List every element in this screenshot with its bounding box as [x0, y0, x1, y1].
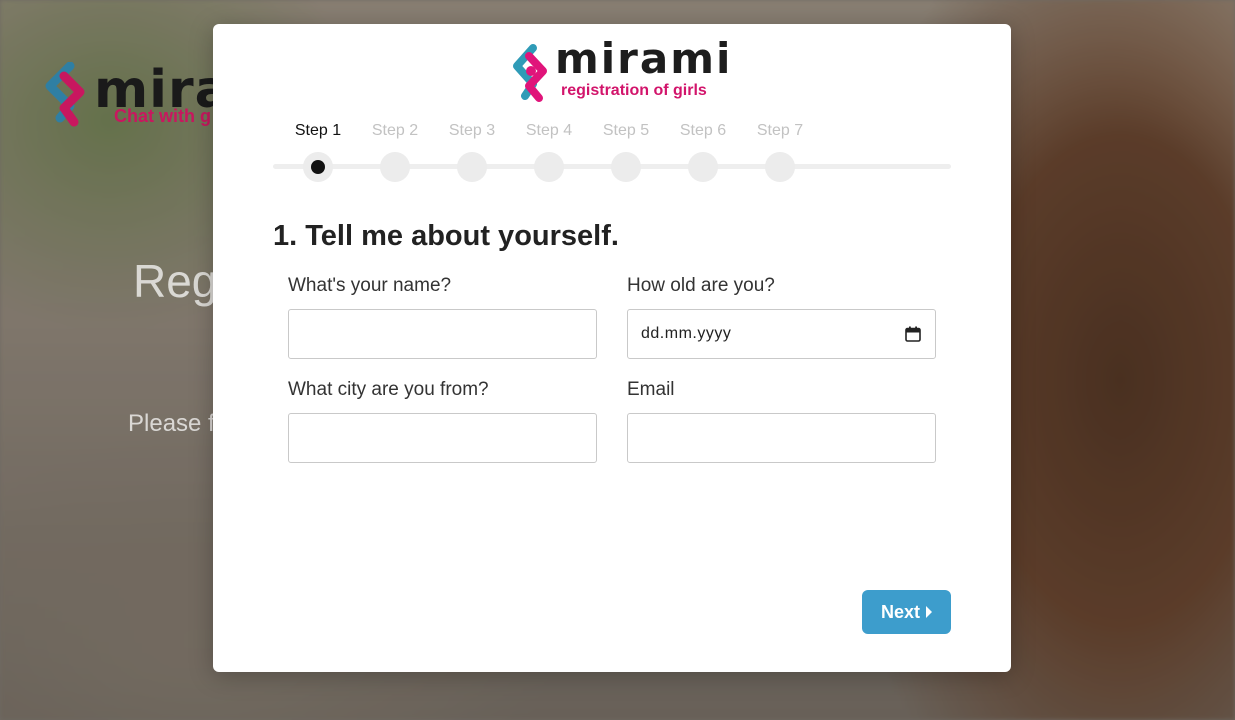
age-field: How old are you? dd.mm.yyyy: [627, 275, 936, 359]
name-input[interactable]: [289, 310, 596, 358]
email-input[interactable]: [628, 414, 935, 462]
age-label: How old are you?: [627, 275, 775, 296]
step-label-5[interactable]: Step 5: [603, 122, 649, 140]
calendar-icon[interactable]: [905, 326, 921, 342]
step-label-7[interactable]: Step 7: [757, 122, 803, 140]
step-label-3[interactable]: Step 3: [449, 122, 495, 140]
step-dot-4[interactable]: [534, 152, 564, 182]
city-input[interactable]: [289, 414, 596, 462]
registration-modal: mirami registration of girls Step 1 Step…: [213, 24, 1011, 672]
next-button[interactable]: Next: [862, 590, 951, 634]
logo-mark-icon: [513, 44, 547, 102]
background-heading: Reg: [133, 255, 218, 307]
step-dot-1[interactable]: [303, 152, 333, 182]
email-field: Email: [627, 379, 936, 463]
step-dot-5[interactable]: [611, 152, 641, 182]
step-dot-3[interactable]: [457, 152, 487, 182]
date-placeholder: dd.mm.yyyy: [641, 325, 732, 342]
step-dot-6[interactable]: [688, 152, 718, 182]
city-field: What city are you from?: [288, 379, 597, 463]
caret-right-icon: [926, 606, 932, 618]
step-label-2[interactable]: Step 2: [372, 122, 418, 140]
brand-logo: mirami registration of girls: [509, 34, 730, 104]
step-progress: Step 1 Step 2 Step 3 Step 4 Step 5 Step …: [273, 122, 951, 184]
name-input-box: [288, 309, 597, 359]
step-label-4[interactable]: Step 4: [526, 122, 572, 140]
city-input-box: [288, 413, 597, 463]
name-label: What's your name?: [288, 275, 452, 296]
name-field: What's your name?: [288, 275, 597, 359]
logo-mark-icon: [45, 62, 85, 127]
step-label-1[interactable]: Step 1: [295, 122, 341, 140]
step-dot-7[interactable]: [765, 152, 795, 182]
birthdate-input[interactable]: dd.mm.yyyy: [627, 309, 936, 359]
city-label: What city are you from?: [288, 379, 489, 400]
step-label-6[interactable]: Step 6: [680, 122, 726, 140]
background-logo-tagline: Chat with g: [114, 106, 211, 126]
email-input-box: [627, 413, 936, 463]
brand-tagline: registration of girls: [561, 82, 707, 99]
brand-word: mirami: [555, 34, 733, 83]
background-logo: mira Chat with g: [40, 62, 231, 128]
background-subtext: Please f: [128, 410, 215, 437]
step-dot-2[interactable]: [380, 152, 410, 182]
next-button-label: Next: [880, 601, 920, 622]
email-label: Email: [627, 379, 675, 400]
form-title: 1. Tell me about yourself.: [273, 220, 619, 252]
